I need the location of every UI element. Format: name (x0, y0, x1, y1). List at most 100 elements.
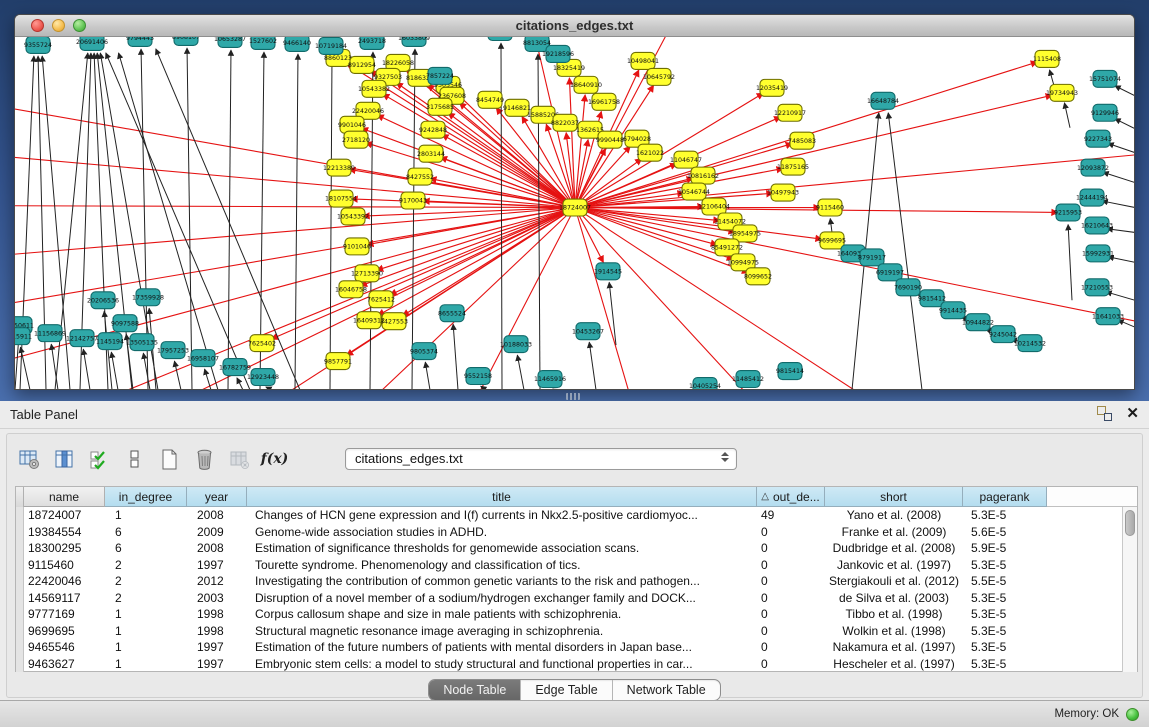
graph-edge[interactable] (1068, 224, 1072, 300)
graph-edge[interactable] (174, 361, 181, 389)
cell-title[interactable]: Estimation of the future numbers of pati… (247, 639, 757, 656)
graph-edge[interactable] (1102, 201, 1134, 208)
cell-year[interactable]: 2008 (187, 507, 247, 524)
network-window[interactable]: citations_edges.txt 18724007886012389129… (14, 14, 1135, 390)
cell-in-degree[interactable]: 1 (105, 623, 187, 640)
cell-pagerank[interactable]: 5.9E-5 (963, 540, 1047, 557)
graph-node[interactable] (488, 37, 512, 40)
graph-edge[interactable] (575, 208, 1134, 331)
graph-edge[interactable] (237, 378, 243, 389)
close-window-button[interactable] (31, 19, 44, 32)
citation-graph[interactable]: 1872400788601238912954182260589327503818… (15, 37, 1134, 389)
cell-name[interactable]: 9115460 (24, 557, 105, 574)
show-column-icon[interactable] (52, 447, 77, 472)
cell-year[interactable]: 2012 (187, 573, 247, 590)
table-row[interactable]: 969969511998Structural magnetic resonanc… (24, 623, 1137, 640)
table-row[interactable]: 946554611997Estimation of the future num… (24, 639, 1137, 656)
cell-title[interactable]: Tourette syndrome. Phenomenology and cla… (247, 557, 757, 574)
cell-name[interactable]: 18724007 (24, 507, 105, 524)
cell-year[interactable]: 1997 (187, 639, 247, 656)
table-row[interactable]: 911546021997Tourette syndrome. Phenomeno… (24, 557, 1137, 574)
cell-name[interactable]: 9699695 (24, 623, 105, 640)
table-row[interactable]: 1872400712008Changes of HCN gene express… (24, 507, 1137, 524)
cell-in-degree[interactable]: 6 (105, 524, 187, 541)
graph-edge[interactable] (1115, 119, 1134, 129)
cell-name[interactable]: 14569117 (24, 590, 105, 607)
select-rows-icon[interactable] (87, 447, 112, 472)
cell-short[interactable]: Yano et al. (2008) (825, 507, 963, 524)
graph-edge[interactable] (295, 54, 298, 389)
cell-out-de-[interactable]: 0 (757, 573, 825, 590)
tab-network-table[interactable]: Network Table (613, 680, 720, 700)
table-row[interactable]: 946362711997Embryonic stem cells: a mode… (24, 656, 1137, 673)
cell-out-de-[interactable]: 0 (757, 623, 825, 640)
graph-edge[interactable] (1103, 172, 1134, 182)
window-titlebar[interactable]: citations_edges.txt (15, 15, 1134, 37)
cell-title[interactable]: Embryonic stem cells: a model to study s… (247, 656, 757, 673)
column-header-title[interactable]: title (247, 487, 757, 507)
cell-pagerank[interactable]: 5.3E-5 (963, 507, 1047, 524)
graph-edge[interactable] (1115, 86, 1134, 96)
cell-short[interactable]: Nakamura et al. (1997) (825, 639, 963, 656)
cell-pagerank[interactable]: 5.3E-5 (963, 590, 1047, 607)
table-row[interactable]: 1830029562008Estimation of significance … (24, 540, 1137, 557)
graph-edge[interactable] (589, 342, 596, 389)
cell-title[interactable]: Structural magnetic resonance image aver… (247, 623, 757, 640)
zoom-window-button[interactable] (73, 19, 86, 32)
cell-out-de-[interactable]: 0 (757, 590, 825, 607)
delete-table-icon[interactable] (192, 447, 217, 472)
memory-ok-icon[interactable] (1126, 708, 1139, 721)
column-header-pagerank[interactable]: pagerank (963, 487, 1047, 507)
network-canvas[interactable]: 1872400788601238912954182260589327503818… (15, 37, 1134, 389)
cell-short[interactable]: Wolkin et al. (1998) (825, 623, 963, 640)
cell-title[interactable]: Genome-wide association studies in ADHD. (247, 524, 757, 541)
graph-edge[interactable] (15, 206, 575, 208)
graph-edge[interactable] (830, 218, 832, 232)
graph-edge[interactable] (377, 208, 575, 271)
cell-pagerank[interactable]: 5.6E-5 (963, 524, 1047, 541)
cell-in-degree[interactable]: 6 (105, 540, 187, 557)
graph-edge[interactable] (367, 208, 575, 245)
graph-edge[interactable] (425, 362, 430, 389)
cell-name[interactable]: 9465546 (24, 639, 105, 656)
cell-short[interactable]: Franke et al. (2009) (825, 524, 963, 541)
cell-out-de-[interactable]: 0 (757, 656, 825, 673)
cell-name[interactable]: 18300295 (24, 540, 105, 557)
cell-short[interactable]: Hescheler et al. (1997) (825, 656, 963, 673)
graph-edge[interactable] (83, 349, 90, 389)
column-header-name[interactable]: name (24, 487, 105, 507)
column-header-year[interactable]: year (187, 487, 247, 507)
float-panel-icon[interactable] (1097, 406, 1112, 421)
cell-in-degree[interactable]: 1 (105, 639, 187, 656)
table-settings-icon[interactable] (17, 447, 42, 472)
graph-edge[interactable] (453, 324, 458, 389)
cell-year[interactable]: 1998 (187, 606, 247, 623)
graph-edge[interactable] (271, 208, 575, 340)
graph-edge[interactable] (230, 208, 575, 389)
table-selector-dropdown[interactable]: citations_edges.txt (345, 448, 737, 470)
cell-year[interactable]: 1997 (187, 557, 247, 574)
cell-year[interactable]: 2008 (187, 540, 247, 557)
graph-edge[interactable] (363, 208, 575, 217)
split-divider-grip[interactable] (566, 393, 580, 400)
table-scrollbar[interactable] (1122, 507, 1137, 672)
graph-edge[interactable] (575, 208, 640, 389)
cell-year[interactable]: 1998 (187, 623, 247, 640)
cell-out-de-[interactable]: 0 (757, 557, 825, 574)
cell-title[interactable]: Changes of HCN gene expression and I(f) … (247, 507, 757, 524)
cell-short[interactable]: Stergiakouli et al. (2012) (825, 573, 963, 590)
cell-out-de-[interactable]: 0 (757, 639, 825, 656)
column-header-in-degree[interactable]: in_degree (105, 487, 187, 507)
cell-out-de-[interactable]: 0 (757, 540, 825, 557)
graph-edge[interactable] (346, 208, 575, 356)
graph-edge[interactable] (187, 48, 192, 389)
graph-edge[interactable] (1064, 103, 1070, 128)
cell-title[interactable]: Estimation of significance thresholds fo… (247, 540, 757, 557)
graph-edge[interactable] (1108, 143, 1134, 152)
scrollbar-thumb[interactable] (1125, 510, 1135, 536)
graph-edge[interactable] (575, 208, 822, 240)
graph-edge[interactable] (330, 57, 332, 389)
cell-pagerank[interactable]: 5.3E-5 (963, 606, 1047, 623)
cell-name[interactable]: 9777169 (24, 606, 105, 623)
table-row[interactable]: 1456911722003Disruption of a novel membe… (24, 590, 1137, 607)
